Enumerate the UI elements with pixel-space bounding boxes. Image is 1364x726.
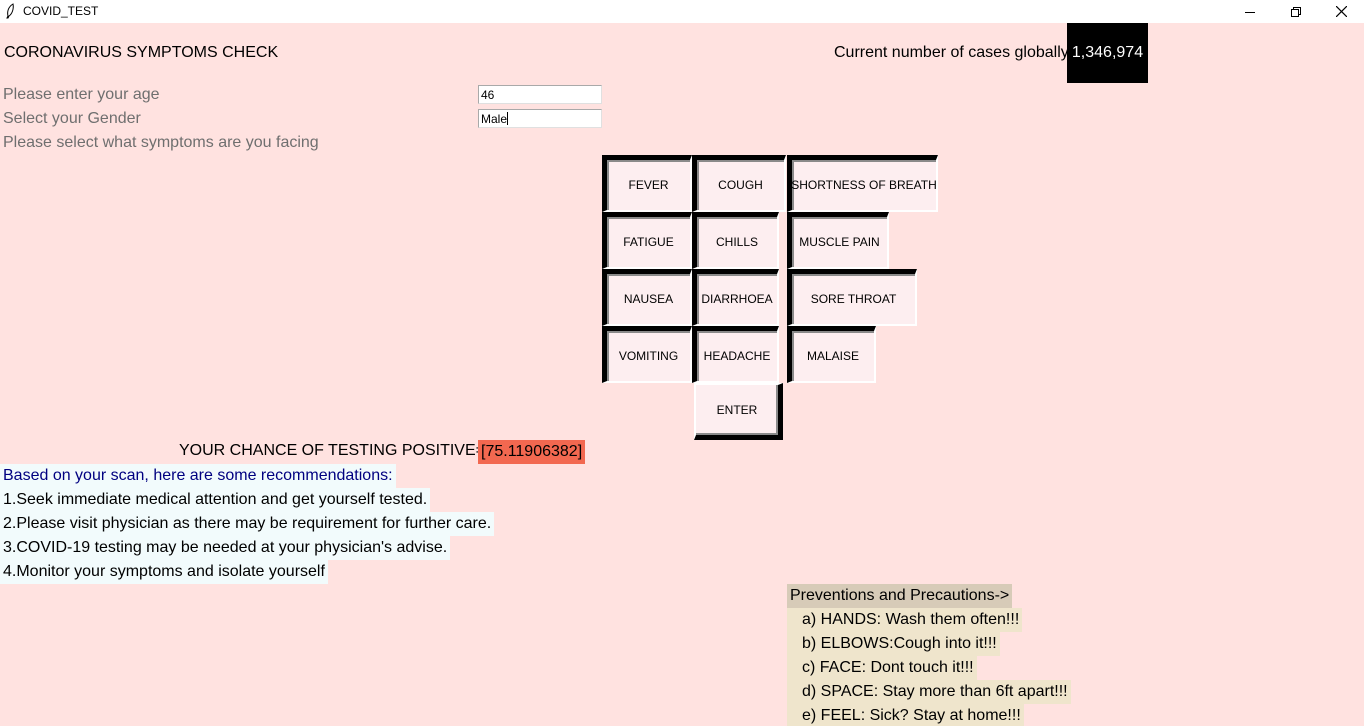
symptom-diarrhoea-button[interactable]: DIARRHOEA (692, 269, 779, 326)
prevention-item: b) ELBOWS:Cough into it!!! (787, 632, 1000, 656)
prevention-item: e) FEEL: Sick? Stay at home!!! (787, 704, 1024, 726)
prevention-item: d) SPACE: Stay more than 6ft apart!!! (787, 680, 1071, 704)
global-cases-value: 1,346,974 (1067, 23, 1148, 83)
restore-button[interactable] (1273, 0, 1319, 23)
symptom-headache-button[interactable]: HEADACHE (692, 326, 779, 383)
prevention-item: a) HANDS: Wash them often!!! (787, 608, 1023, 632)
symptom-malaise-button[interactable]: MALAISE (787, 326, 876, 383)
minimize-button[interactable] (1227, 0, 1273, 23)
app-content: CORONAVIRUS SYMPTOMS CHECK Current numbe… (0, 23, 1364, 726)
prevention-item: c) FACE: Dont touch it!!! (787, 656, 977, 680)
recommendation-item: 1.Seek immediate medical attention and g… (0, 488, 431, 512)
symptom-muscle-pain-button[interactable]: MUSCLE PAIN (787, 212, 889, 269)
gender-input[interactable]: Male (478, 109, 602, 128)
symptom-chills-button[interactable]: CHILLS (692, 212, 779, 269)
recommendation-item: 4.Monitor your symptoms and isolate your… (0, 560, 328, 584)
page-title: CORONAVIRUS SYMPTOMS CHECK (4, 44, 279, 61)
symptom-fatigue-button[interactable]: FATIGUE (602, 212, 692, 269)
result-value: [75.11906382] (478, 440, 586, 464)
window-title: COVID_TEST (23, 4, 99, 18)
age-label: Please enter your age (3, 86, 160, 103)
symptom-nausea-button[interactable]: NAUSEA (602, 269, 692, 326)
symptoms-label: Please select what symptoms are you faci… (3, 134, 319, 151)
symptom-shortness-of-breath-button[interactable]: SHORTNESS OF BREATH (787, 155, 938, 212)
gender-label: Select your Gender (3, 110, 141, 127)
preventions-heading: Preventions and Precautions-> (787, 584, 1013, 608)
symptom-sore-throat-button[interactable]: SORE THROAT (787, 269, 917, 326)
age-input[interactable]: 46 (478, 85, 602, 104)
symptom-fever-button[interactable]: FEVER (602, 155, 692, 212)
symptom-cough-button[interactable]: COUGH (692, 155, 786, 212)
recommendation-item: 3.COVID-19 testing may be needed at your… (0, 536, 451, 560)
close-icon (1335, 6, 1347, 17)
close-button[interactable] (1318, 0, 1364, 23)
symptom-vomiting-button[interactable]: VOMITING (602, 326, 692, 383)
window-title-bar[interactable]: COVID_TEST (0, 0, 1364, 23)
global-cases-label: Current number of cases globally: (834, 44, 1074, 61)
restore-icon (1291, 6, 1301, 17)
result-label: YOUR CHANCE OF TESTING POSITIVE= (179, 442, 485, 459)
minimize-icon (1245, 11, 1255, 13)
enter-button[interactable]: ENTER (694, 383, 783, 440)
feather-icon (6, 3, 14, 19)
recommendations-heading: Based on your scan, here are some recomm… (0, 464, 396, 488)
text-cursor (507, 112, 509, 125)
recommendation-item: 2.Please visit physician as there may be… (0, 512, 495, 536)
gender-input-value: Male (481, 112, 508, 126)
